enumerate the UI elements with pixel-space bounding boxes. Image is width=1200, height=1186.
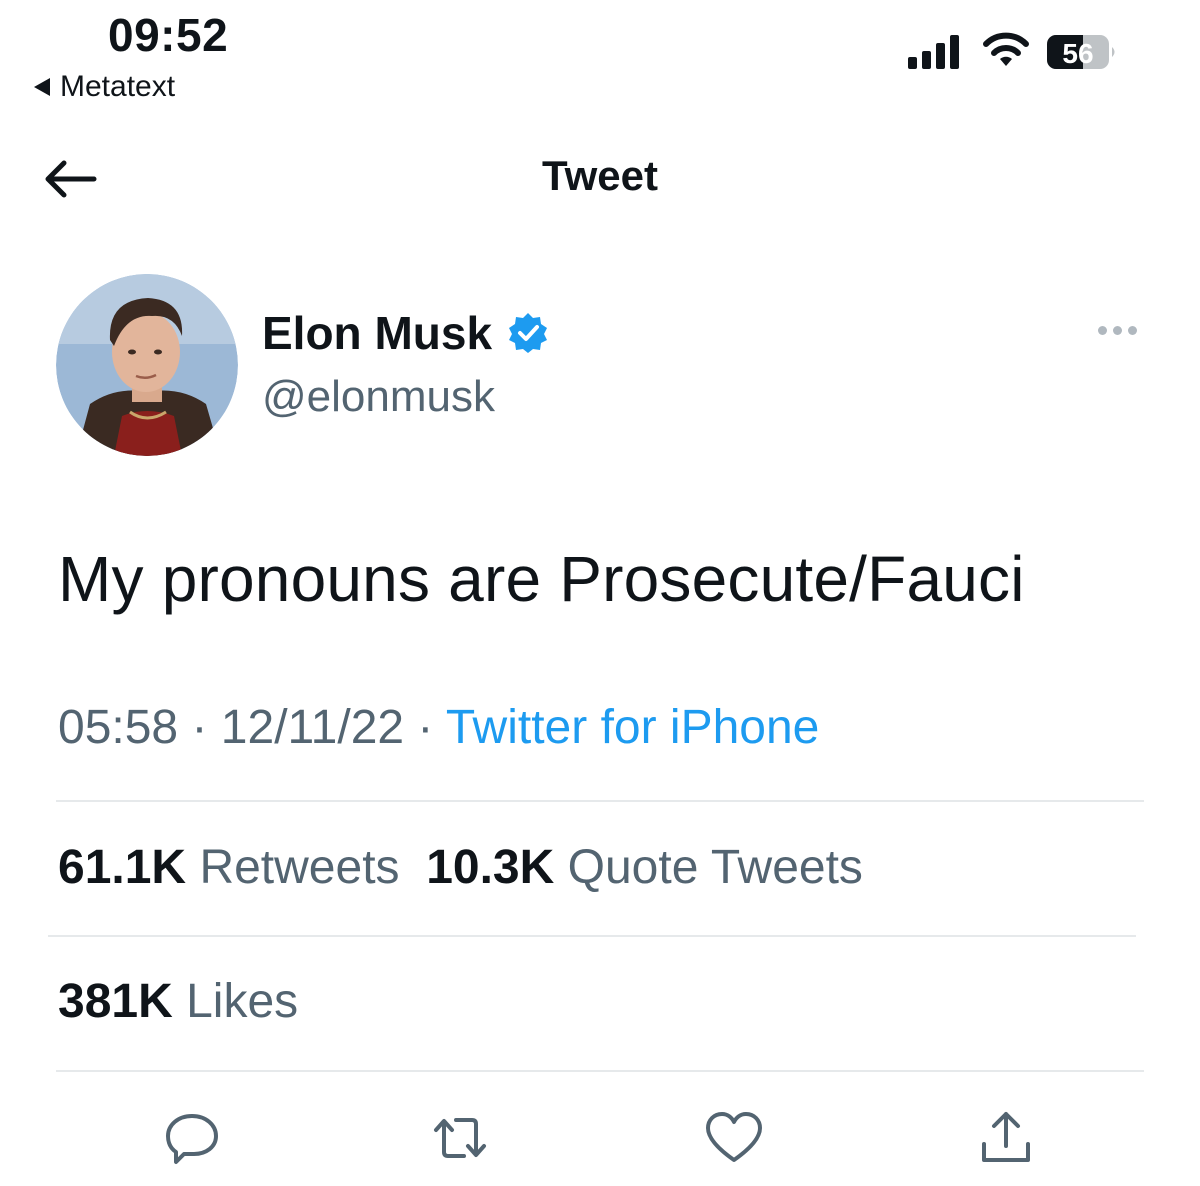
author-name-row[interactable]: Elon Musk bbox=[262, 306, 550, 360]
avatar[interactable] bbox=[56, 274, 238, 456]
cellular-signal-icon bbox=[908, 33, 959, 69]
more-dots-icon[interactable] bbox=[1098, 326, 1137, 335]
meta-separator: · bbox=[417, 701, 434, 754]
verified-badge-icon bbox=[509, 313, 548, 353]
battery-level: 56 bbox=[1062, 38, 1093, 69]
retweet-icon[interactable] bbox=[430, 1108, 490, 1168]
likes-count: 381K bbox=[58, 975, 173, 1028]
author-name: Elon Musk bbox=[262, 307, 493, 359]
meta-separator: · bbox=[191, 701, 208, 754]
battery-icon: 56 bbox=[1047, 35, 1115, 69]
divider bbox=[48, 935, 1136, 937]
tweet-source-link[interactable]: Twitter for iPhone bbox=[446, 701, 820, 754]
likes-label: Likes bbox=[186, 975, 299, 1028]
back-triangle-icon bbox=[34, 78, 50, 96]
quotes-count: 10.3K bbox=[426, 841, 555, 894]
tweet-time: 05:58 bbox=[58, 701, 179, 754]
quotes-label: Quote Tweets bbox=[567, 841, 863, 894]
tweet-meta: 05:58 · 12/11/22 · Twitter for iPhone bbox=[58, 700, 819, 755]
tweet-text: My pronouns are Prosecute/Fauci bbox=[58, 543, 1025, 615]
wifi-icon bbox=[983, 32, 1029, 66]
divider bbox=[56, 1070, 1144, 1072]
retweets-label: Retweets bbox=[199, 841, 400, 894]
page-title: Tweet bbox=[542, 152, 658, 199]
back-app-label: Metatext bbox=[60, 70, 176, 103]
tweet-date: 12/11/22 bbox=[220, 701, 405, 754]
heart-icon[interactable] bbox=[704, 1108, 764, 1168]
engagement-stats: 61.1K Retweets 10.3K Quote Tweets bbox=[58, 840, 863, 895]
back-to-app-link[interactable]: Metatext bbox=[34, 70, 175, 104]
reply-icon[interactable] bbox=[162, 1108, 222, 1168]
retweets-stat[interactable]: 61.1K Retweets bbox=[58, 841, 400, 894]
status-time: 09:52 bbox=[108, 9, 229, 61]
retweets-count: 61.1K bbox=[58, 841, 187, 894]
likes-stat[interactable]: 381K Likes bbox=[58, 974, 298, 1029]
quotes-stat[interactable]: 10.3K Quote Tweets bbox=[426, 841, 863, 894]
divider bbox=[56, 800, 1144, 802]
share-icon[interactable] bbox=[976, 1108, 1036, 1168]
author-handle[interactable]: @elonmusk bbox=[262, 372, 495, 422]
